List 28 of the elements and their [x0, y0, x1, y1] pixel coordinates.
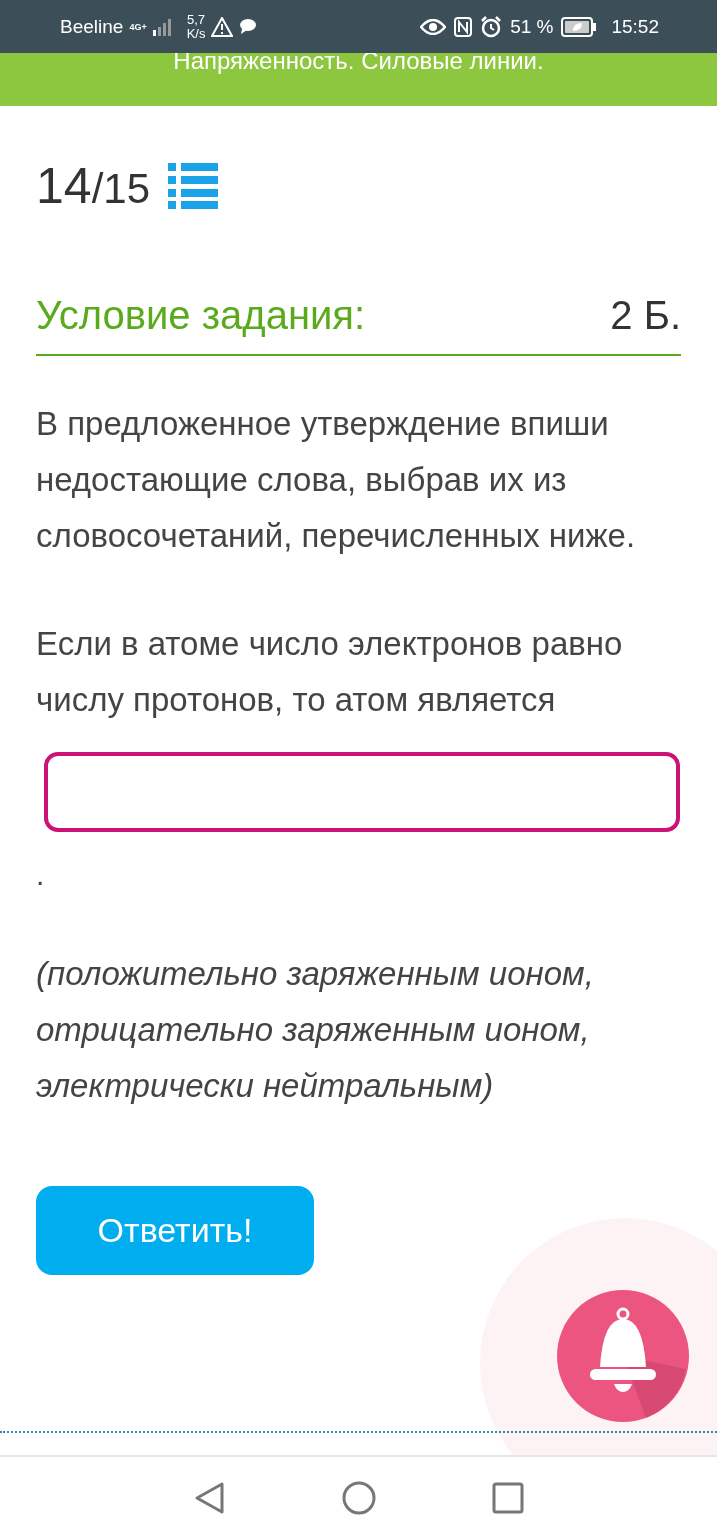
alarm-clock-icon: [480, 15, 503, 38]
nfc-icon: [454, 16, 473, 37]
signal-icon: [152, 17, 173, 36]
question-counter: 14/15: [36, 157, 150, 215]
points-value: 2 Б.: [610, 292, 681, 338]
battery-percent: 51 %: [510, 15, 554, 38]
bell-button[interactable]: [556, 1289, 690, 1423]
answer-field[interactable]: [44, 752, 680, 832]
network-type: 4G+: [129, 21, 147, 32]
back-icon[interactable]: [193, 1480, 226, 1515]
home-icon[interactable]: [341, 1480, 376, 1515]
eye-icon: [420, 18, 447, 35]
chat-bubble-icon: [239, 18, 258, 35]
speed-unit: K/s: [186, 26, 206, 41]
warning-icon: [211, 16, 234, 37]
list-icon[interactable]: [168, 163, 218, 209]
carrier-name: Beeline: [60, 15, 124, 38]
battery-icon: [561, 16, 598, 37]
answer-button[interactable]: Ответить!: [36, 1186, 314, 1275]
page-title: Напряженность. Силовые линии.: [173, 53, 544, 75]
recent-apps-icon[interactable]: [491, 1481, 524, 1514]
task-statement: Если в атоме число электронов равно числу протонов, то атом является: [36, 624, 624, 720]
task-heading: Условие задания:: [36, 292, 366, 338]
answer-options: (положительно заряженным ионом, отрицательно заряженным ионом, электрически нейтральным): [36, 946, 681, 1114]
speed-value: 5,7: [186, 12, 206, 27]
task-instruction: В предложенное утверждение впиши недостающие слова, выбрав их из словосочетаний, перечисленных ниже.: [36, 404, 637, 556]
sentence-end: .: [36, 858, 46, 893]
clock-time: 15:52: [611, 15, 659, 38]
